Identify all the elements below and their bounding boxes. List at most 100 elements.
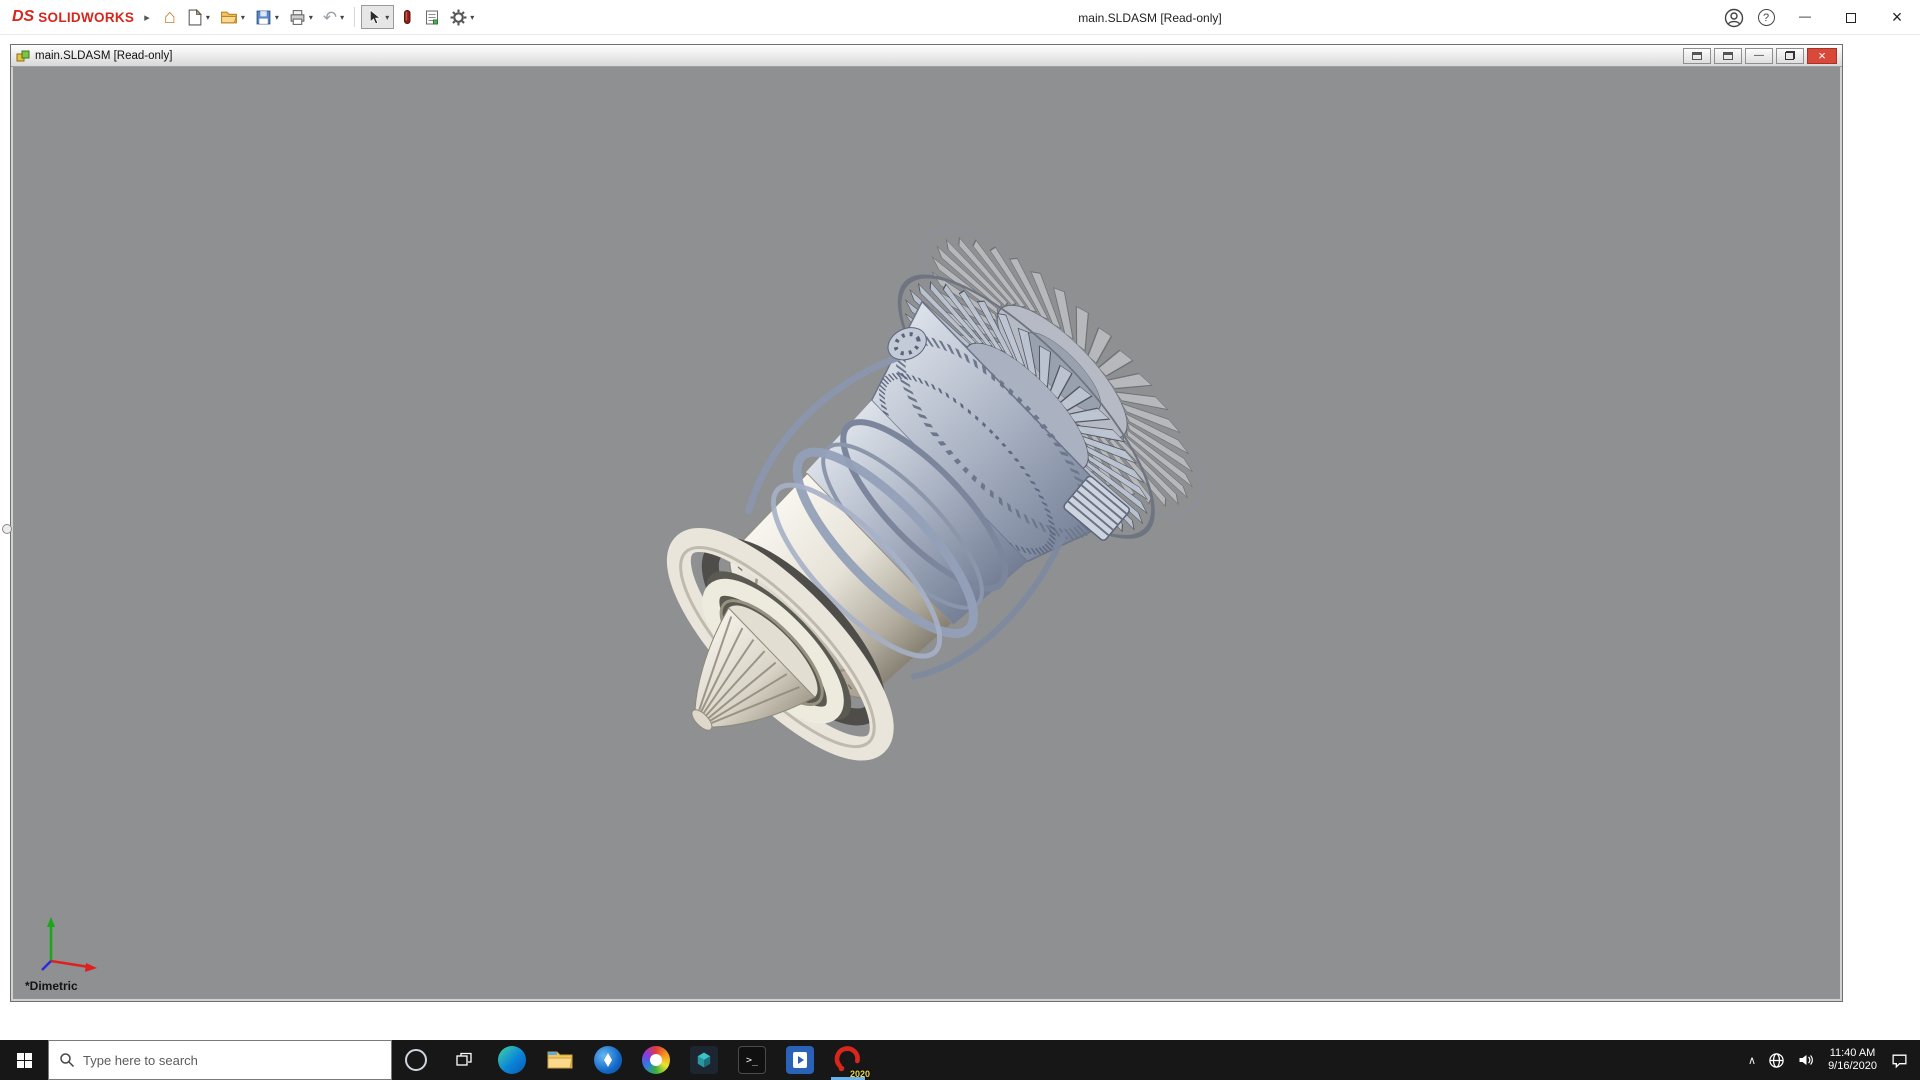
solidworks-logo: DS SOLIDWORKS [0, 8, 140, 26]
undo-dropdown-icon[interactable]: ▾ [340, 13, 344, 22]
taskbar-edge-icon[interactable] [488, 1040, 536, 1080]
select-tool-button[interactable]: ▾ [361, 5, 394, 29]
options-dropdown-icon[interactable]: ▾ [470, 13, 474, 22]
edge-browser-icon [498, 1046, 526, 1074]
menu-expand-arrow-icon[interactable]: ▸ [144, 11, 150, 24]
open-button[interactable]: ▾ [216, 3, 249, 31]
select-dropdown-icon[interactable]: ▾ [385, 13, 389, 22]
doc-cascade-button[interactable] [1683, 48, 1711, 64]
help-button[interactable]: ? [1750, 0, 1782, 35]
options-button[interactable]: ▾ [446, 3, 478, 31]
select-arrow-icon [366, 9, 381, 25]
terminal-icon: >_ [738, 1046, 766, 1074]
tray-expand-button[interactable]: ∧ [1742, 1040, 1762, 1080]
account-button[interactable] [1718, 0, 1750, 35]
task-view-button[interactable] [440, 1040, 488, 1080]
color-wheel-icon [642, 1046, 670, 1074]
print-dropdown-icon[interactable]: ▾ [309, 13, 313, 22]
taskbar-file-explorer-icon[interactable] [536, 1040, 584, 1080]
cascade-window-icon [1692, 52, 1702, 60]
new-document-icon [186, 9, 203, 26]
undo-button[interactable]: ↶ ▾ [319, 3, 348, 31]
play-frame-icon [792, 1051, 808, 1069]
save-dropdown-icon[interactable]: ▾ [275, 13, 279, 22]
compass-browser-icon [594, 1046, 622, 1074]
main-toolbar: ⌂ ▾ ▾ ▾ [160, 3, 478, 31]
doc-tile-button[interactable] [1714, 48, 1742, 64]
brand-name: SOLIDWORKS [38, 10, 134, 25]
tile-window-icon [1723, 52, 1733, 60]
doc-close-icon: × [1818, 48, 1826, 63]
document-window-controls: — × [1680, 48, 1837, 64]
collapsed-panel-tab[interactable] [2, 524, 12, 534]
maximize-button[interactable] [1828, 0, 1874, 35]
save-button[interactable]: ▾ [251, 3, 283, 31]
document-titlebar[interactable]: main.SLDASM [Read-only] — × [11, 45, 1842, 67]
taskbar-search[interactable] [48, 1040, 392, 1080]
action-center-icon [1891, 1052, 1908, 1069]
search-icon [59, 1052, 75, 1068]
taskbar-media-app-icon[interactable] [776, 1040, 824, 1080]
minimize-button[interactable]: — [1782, 0, 1828, 35]
action-center-button[interactable] [1885, 1040, 1914, 1080]
doc-minimize-button[interactable]: — [1745, 48, 1773, 64]
cortana-button[interactable] [392, 1040, 440, 1080]
app-titlebar: DS SOLIDWORKS ▸ ⌂ ▾ ▾ ▾ [0, 0, 1920, 35]
dassault-logo-icon: DS [12, 8, 34, 26]
home-button[interactable]: ⌂ [160, 3, 180, 31]
document-title: main.SLDASM [Read-only] [35, 50, 172, 62]
open-dropdown-icon[interactable]: ▾ [241, 13, 245, 22]
appearance-button[interactable] [396, 3, 418, 31]
cortana-icon [405, 1049, 427, 1071]
doc-minimize-icon: — [1754, 50, 1764, 61]
open-folder-icon [220, 9, 238, 26]
design-table-button[interactable] [420, 3, 444, 31]
taskbar-solidworks-icon[interactable]: 2020 [824, 1040, 872, 1080]
cube-glyph-icon [694, 1050, 714, 1070]
taskbar-3d-viewer-app-icon[interactable] [680, 1040, 728, 1080]
app-window-title: main.SLDASM [Read-only] [1078, 0, 1221, 35]
volume-button[interactable] [1791, 1040, 1820, 1080]
doc-close-button[interactable]: × [1807, 48, 1837, 64]
toolbar-separator [354, 7, 355, 27]
new-dropdown-icon[interactable]: ▾ [206, 13, 210, 22]
document-window: main.SLDASM [Read-only] — × [10, 44, 1843, 1002]
assembly-icon [16, 49, 30, 63]
gear-icon [450, 9, 467, 26]
task-view-icon [455, 1051, 473, 1069]
doc-restore-button[interactable] [1776, 48, 1804, 64]
help-icon: ? [1758, 9, 1775, 26]
save-icon [255, 9, 272, 26]
network-button[interactable] [1762, 1040, 1791, 1080]
app-window-controls: ? — × [1718, 0, 1920, 35]
user-icon [1724, 8, 1744, 28]
system-tray: ∧ 11:40 AM 9/16/2020 [1742, 1040, 1920, 1080]
view-orientation-label: *Dimetric [25, 979, 78, 993]
media-player-icon [786, 1046, 814, 1074]
jet-engine-model [13, 67, 1840, 999]
start-button[interactable] [0, 1040, 48, 1080]
maximize-icon [1846, 13, 1856, 23]
file-explorer-icon [547, 1049, 573, 1071]
graphics-viewport[interactable]: *Dimetric [13, 67, 1840, 999]
cube-icon [690, 1046, 718, 1074]
windows-logo-icon [16, 1052, 33, 1069]
new-document-button[interactable]: ▾ [182, 3, 214, 31]
close-icon: × [1892, 7, 1903, 28]
taskbar-terminal-icon[interactable]: >_ [728, 1040, 776, 1080]
taskbar: >_ 2020 ∧ [0, 1040, 1920, 1080]
print-button[interactable]: ▾ [285, 3, 317, 31]
workspace: main.SLDASM [Read-only] — × [0, 35, 1920, 1040]
orientation-triad [35, 913, 107, 975]
taskbar-colorwheel-app-icon[interactable] [632, 1040, 680, 1080]
search-input[interactable] [83, 1053, 381, 1068]
doc-restore-icon [1785, 51, 1795, 60]
close-button[interactable]: × [1874, 0, 1920, 35]
design-table-icon [424, 9, 440, 26]
chevron-up-icon: ∧ [1748, 1054, 1756, 1067]
undo-icon: ↶ [323, 9, 337, 26]
minimize-icon: — [1799, 9, 1811, 23]
print-icon [289, 9, 306, 26]
taskbar-clock[interactable]: 11:40 AM 9/16/2020 [1820, 1047, 1885, 1073]
taskbar-compass-app-icon[interactable] [584, 1040, 632, 1080]
